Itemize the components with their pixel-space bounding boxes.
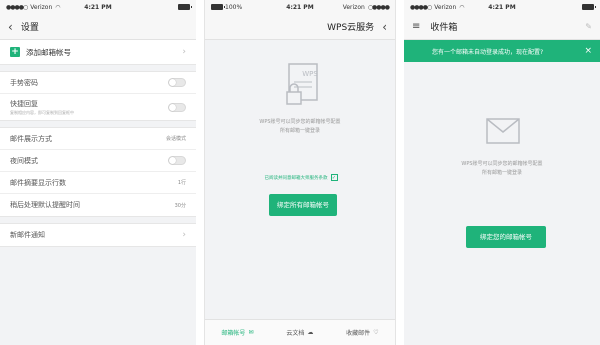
wps-cloud-screen: 100% 4:21 PM Verizon ○●●●● WPS云服务 ‹ WPS …	[204, 0, 396, 345]
tab-cloud-docs[interactable]: 云文档 ☁	[286, 328, 313, 337]
wps-description-line1: WPS账号可以同步您的邮箱帐号配置	[259, 119, 341, 125]
heart-icon: ♡	[373, 329, 379, 336]
tab-cloud-docs-label: 云文档	[286, 330, 305, 337]
summary-lines-value: 1行	[177, 180, 186, 186]
plus-icon: +	[10, 47, 20, 57]
night-mode-row: 夜间模式	[0, 150, 196, 172]
back-chevron-icon[interactable]: ‹	[382, 21, 387, 33]
gesture-password-label: 手势密码	[10, 78, 38, 87]
inbox-description-line1: WPS账号可以同步您的邮箱帐号配置	[461, 161, 543, 167]
page-title: 收件箱	[430, 23, 458, 33]
wps-document-lock-icon: WPS	[286, 63, 318, 105]
inbox-description: WPS账号可以同步您的邮箱帐号配置 所有邮箱一键登录	[440, 160, 564, 178]
tab-favorites-label: 收藏邮件	[346, 330, 371, 337]
new-mail-row[interactable]: 新邮件通知 ›	[0, 224, 196, 246]
add-account-group: + 添加邮箱帐号 ›	[0, 40, 196, 65]
status-bar: 100% 4:21 PM Verizon ○●●●●	[205, 0, 395, 14]
doc-label: WPS	[302, 70, 318, 78]
battery-indicator	[582, 4, 596, 10]
night-mode-label: 夜间模式	[10, 156, 38, 165]
reminder-value: 30分	[174, 202, 186, 209]
reminder-label: 稍后处理默认提醒时间	[10, 201, 80, 209]
back-chevron-icon[interactable]: ‹	[8, 21, 13, 33]
inbox-description-line2: 所有邮箱一键登录	[481, 170, 522, 176]
gesture-password-row: 手势密码	[0, 72, 196, 94]
status-time: 4:21 PM	[84, 3, 112, 11]
display-mode-value: 会话模式	[165, 136, 186, 142]
display-group: 邮件展示方式 会话模式 夜间模式 邮件摘要显示行数 1行 稍后处理默认提醒时间 …	[0, 127, 196, 217]
wps-description-line2: 所有邮箱一键登录	[279, 128, 320, 134]
quick-reply-label: 快捷回复	[10, 99, 38, 108]
banner-text: 您有一个邮箱未自动登录成功，现在配置?	[432, 48, 544, 56]
add-account-label: 添加邮箱帐号	[26, 47, 71, 57]
quick-reply-row: 快捷回复 复制相应内容，即可复制到回复框中	[0, 94, 196, 120]
status-bar: ●●●●○ Verizon ◠ 4:21 PM	[0, 0, 196, 14]
summary-lines-label: 邮件摘要显示行数	[10, 178, 66, 187]
quick-reply-toggle[interactable]	[168, 102, 186, 112]
bind-all-accounts-button[interactable]: 绑定所有邮箱帐号	[269, 194, 337, 216]
status-time: 4:21 PM	[286, 3, 314, 11]
gesture-password-toggle[interactable]	[168, 78, 186, 87]
display-mode-row[interactable]: 邮件展示方式 会话模式	[0, 128, 196, 150]
compose-icon[interactable]: ✎	[585, 22, 592, 31]
tab-favorites[interactable]: 收藏邮件 ♡	[346, 328, 378, 337]
close-icon[interactable]: ×	[584, 46, 592, 56]
nav-bar: ≡ 收件箱 ✎	[404, 14, 600, 40]
envelope-icon	[486, 118, 520, 144]
battery-indicator	[178, 4, 192, 10]
terms-checkbox-row[interactable]: 已阅读并同意邮箱大师服务条款 ✓	[245, 174, 357, 181]
nav-bar: WPS云服务 ‹	[205, 14, 395, 40]
hamburger-menu-icon[interactable]: ≡	[412, 21, 420, 32]
page-title: WPS云服务	[327, 23, 375, 33]
summary-lines-row[interactable]: 邮件摘要显示行数 1行	[0, 172, 196, 194]
cloud-icon: ☁	[307, 329, 314, 336]
page-title: 设置	[20, 23, 39, 33]
battery-icon	[178, 4, 192, 10]
status-time: 4:21 PM	[488, 3, 516, 11]
tab-email-accounts[interactable]: 邮箱帐号 ✉	[221, 328, 253, 337]
reminder-row[interactable]: 稍后处理默认提醒时间 30分	[0, 194, 196, 216]
night-mode-toggle[interactable]	[168, 156, 186, 165]
nav-bar: ‹ 设置	[0, 14, 196, 40]
quick-reply-text: 快捷回复 复制相应内容，即可复制到回复框中	[10, 99, 74, 116]
tab-bar: 邮箱帐号 ✉ 云文档 ☁ 收藏邮件 ♡	[205, 319, 395, 345]
wps-description: WPS账号可以同步您的邮箱帐号配置 所有邮箱一键登录	[225, 118, 375, 136]
inbox-screen: ●●●●○ Verizon ◠ 4:21 PM ≡ 收件箱 ✎ 您有一个邮箱未自…	[404, 0, 600, 345]
mail-icon: ✉	[248, 329, 254, 336]
new-mail-label: 新邮件通知	[10, 231, 45, 239]
notification-group: 新邮件通知 ›	[0, 223, 196, 247]
quick-reply-sub: 复制相应内容，即可复制到回复框中	[10, 109, 74, 115]
bind-account-button[interactable]: 绑定您的邮箱帐号	[466, 226, 546, 248]
status-bar: ●●●●○ Verizon ◠ 4:21 PM	[404, 0, 600, 14]
display-mode-label: 邮件展示方式	[10, 134, 52, 143]
checkbox-checked-icon[interactable]: ✓	[330, 174, 338, 181]
battery-icon	[582, 4, 596, 10]
security-group: 手势密码 快捷回复 复制相应内容，即可复制到回复框中	[0, 71, 196, 121]
chevron-right-icon: ›	[182, 47, 186, 57]
chevron-right-icon: ›	[182, 230, 186, 240]
add-account-row[interactable]: + 添加邮箱帐号 ›	[0, 40, 196, 64]
settings-screen: ●●●●○ Verizon ◠ 4:21 PM ‹ 设置 + 添加邮箱帐号 › …	[0, 0, 196, 345]
tab-email-accounts-label: 邮箱帐号	[221, 330, 246, 337]
terms-text: 已阅读并同意邮箱大师服务条款	[264, 175, 328, 181]
login-failed-banner[interactable]: 您有一个邮箱未自动登录成功，现在配置? ×	[404, 40, 600, 62]
